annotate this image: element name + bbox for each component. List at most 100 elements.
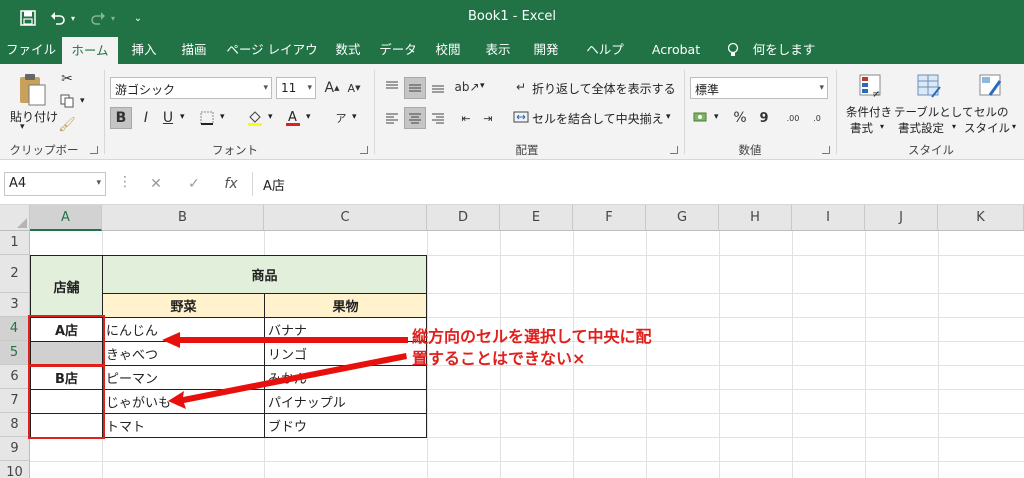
number-format-value: 標準 [695, 83, 720, 97]
clipboard-launcher-icon[interactable] [90, 146, 98, 154]
currency-dropdown-icon[interactable]: ▾ [714, 112, 719, 122]
format-as-table-sublabel[interactable]: 書式設定 [898, 120, 944, 136]
alignment-launcher-icon[interactable] [670, 146, 678, 154]
cell-styles-label[interactable]: セルの [974, 104, 1009, 120]
align-right-icon[interactable] [428, 107, 448, 129]
font-size-select[interactable]: 11 ▾ [276, 77, 316, 99]
tab-data[interactable]: データ [376, 36, 420, 64]
tab-formulas[interactable]: 数式 [328, 36, 368, 64]
decrease-indent-icon[interactable]: ⇤ [456, 107, 476, 129]
enter-icon[interactable]: ✓ [184, 174, 204, 194]
styles-group-label: スタイル [908, 143, 954, 157]
conditional-formatting-label[interactable]: 条件付き [846, 104, 892, 120]
arrow-to-a5-icon [162, 332, 408, 348]
font-launcher-icon[interactable] [360, 146, 368, 154]
grow-font-glyph: A [324, 80, 335, 96]
tab-file[interactable]: ファイル [6, 36, 56, 64]
grow-font-icon[interactable]: A ▲ [322, 78, 342, 98]
chevron-down-icon: ▾ [307, 83, 312, 93]
conditional-formatting-sublabel[interactable]: 書式 [850, 120, 873, 136]
orientation-icon[interactable]: ab↗ [454, 77, 479, 97]
align-bottom-icon[interactable] [428, 77, 448, 97]
number-launcher-icon[interactable] [822, 146, 830, 154]
window-title: Book1 - Excel [467, 9, 557, 24]
more-options-icon: ⋮ [118, 174, 132, 190]
border-dropdown-icon[interactable]: ▾ [220, 112, 225, 122]
decrease-decimal-icon[interactable]: .0 [806, 107, 828, 129]
format-painter-icon[interactable]: 🖌 [58, 116, 76, 134]
tab-acrobat[interactable]: Acrobat [644, 36, 708, 64]
align-middle-icon[interactable] [404, 77, 426, 99]
wrap-text-icon[interactable]: ↵ [512, 77, 530, 97]
copy-icon[interactable] [58, 92, 76, 110]
format-as-table-icon[interactable] [912, 70, 946, 102]
cell-styles-icon[interactable] [974, 70, 1008, 102]
shrink-font-icon[interactable]: A ▼ [344, 78, 364, 98]
comma-button[interactable]: 9 [754, 107, 774, 129]
increase-indent-icon[interactable]: ⇥ [478, 107, 498, 129]
font-name-value: 游ゴシック [115, 83, 176, 97]
orientation-dropdown-icon[interactable]: ▾ [480, 81, 485, 91]
currency-icon[interactable] [690, 107, 712, 129]
align-top-icon[interactable] [382, 77, 402, 97]
align-center-icon[interactable] [404, 107, 426, 129]
increase-decimal-icon[interactable]: .00 [782, 107, 804, 129]
formula-input[interactable]: A店 [252, 172, 1024, 196]
paste-icon[interactable] [10, 68, 54, 112]
copy-dropdown-icon[interactable]: ▾ [80, 96, 85, 106]
ribbon-separator [374, 70, 375, 154]
ribbon-separator [104, 70, 105, 154]
insert-function-icon[interactable]: fx [220, 174, 242, 194]
font-color-icon[interactable]: A [282, 107, 304, 129]
paste-label[interactable]: 貼り付け [10, 108, 58, 125]
wrap-text-button[interactable]: 折り返して全体を表示する [532, 80, 676, 97]
font-color-dropdown-icon[interactable]: ▾ [306, 112, 311, 122]
cut-icon[interactable]: ✂ [58, 70, 76, 88]
svg-text:A: A [288, 110, 297, 125]
ribbon-tab-bar: ファイル ホーム 挿入 描画 ページ レイアウト 数式 データ 校閲 表示 開発… [0, 36, 1024, 85]
number-format-select[interactable]: 標準 ▾ [690, 77, 828, 99]
tab-page-layout[interactable]: ページ レイアウト [224, 36, 320, 85]
phonetic-dropdown-icon[interactable]: ▾ [352, 112, 357, 122]
font-size-value: 11 [281, 81, 297, 95]
tab-insert[interactable]: 挿入 [124, 36, 164, 64]
worksheet-grid: A B C D E F G H I J K 1 2 3 4 5 6 7 8 9 … [0, 205, 1024, 478]
font-name-select[interactable]: 游ゴシック ▾ [110, 77, 272, 99]
border-icon[interactable] [196, 107, 218, 129]
cell-styles-sublabel[interactable]: スタイル [964, 120, 1010, 136]
bold-button[interactable]: B [110, 107, 132, 129]
merge-dropdown-icon[interactable]: ▾ [666, 112, 671, 122]
shrink-font-glyph: A [347, 81, 356, 95]
tell-me-search[interactable]: 何をしますか [748, 36, 820, 85]
arrow-to-a7-icon [168, 353, 407, 409]
paste-dropdown-icon[interactable]: ▾ [20, 122, 25, 132]
tab-view[interactable]: 表示 [478, 36, 518, 64]
ribbon-separator [836, 70, 837, 154]
tab-developer[interactable]: 開発 [526, 36, 566, 64]
tab-draw[interactable]: 描画 [170, 36, 218, 64]
merge-center-button[interactable]: セルを結合して中央揃え [532, 110, 664, 127]
alignment-group-label: 配置 [515, 143, 539, 157]
cancel-icon[interactable]: ✕ [146, 174, 166, 194]
lightbulb-icon [722, 36, 744, 64]
conditional-formatting-icon[interactable]: ≠ [854, 70, 888, 102]
format-as-table-label[interactable]: テーブルとして [894, 104, 973, 120]
percent-button[interactable]: % [730, 107, 750, 129]
merge-center-icon[interactable] [512, 107, 530, 127]
tab-help[interactable]: ヘルプ [578, 36, 632, 64]
chevron-down-icon: ▾ [952, 122, 957, 131]
ribbon: 貼り付け ▾ ✂ ▾ 🖌 クリップボード 游ゴシック▾ 11▾ A▲ A▼ B … [0, 64, 1024, 173]
underline-button[interactable]: U [158, 107, 178, 129]
italic-button[interactable]: I [136, 107, 156, 129]
svg-text:≠: ≠ [872, 89, 880, 99]
align-left-icon[interactable] [382, 107, 402, 129]
increase-decimal-glyph: .00 [786, 113, 800, 123]
name-box[interactable]: A4 ▾ [4, 172, 106, 196]
underline-dropdown-icon[interactable]: ▾ [180, 112, 185, 122]
fill-dropdown-icon[interactable]: ▾ [268, 112, 273, 122]
annotation-text-line-1: 縦方向のセルを選択して中央に配 [412, 327, 652, 346]
fill-color-icon[interactable] [244, 107, 266, 129]
phonetic-icon[interactable]: ア [330, 107, 352, 129]
tab-home[interactable]: ホーム [62, 37, 118, 64]
tab-review[interactable]: 校閲 [428, 36, 468, 64]
